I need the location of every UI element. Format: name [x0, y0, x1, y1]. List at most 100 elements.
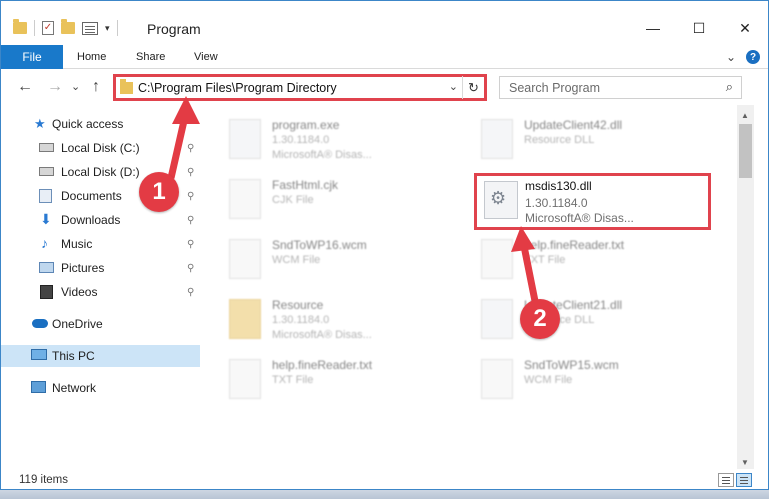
pc-icon — [31, 349, 47, 360]
separator — [116, 20, 118, 36]
sidebar-item-this-pc[interactable]: This PC — [1, 345, 200, 367]
customize-toolbar-icon[interactable] — [82, 21, 98, 35]
recent-locations-icon[interactable]: ⌄ — [71, 80, 80, 93]
scroll-up-icon[interactable]: ▲ — [741, 111, 749, 120]
list-item[interactable]: help.fineReader.txt TXT File — [203, 353, 443, 411]
sidebar-item-quick-access[interactable]: ★ Quick access — [1, 113, 200, 135]
documents-icon — [39, 189, 52, 203]
details-view-icon[interactable] — [718, 473, 734, 487]
tab-file[interactable]: File — [1, 45, 63, 69]
forward-button[interactable]: → — [47, 78, 63, 96]
file-name: Resource — [272, 298, 324, 312]
tiles-view-icon[interactable] — [736, 473, 752, 487]
file-name: help.fineReader.txt — [272, 358, 373, 372]
title-bar: ✓ ▾ Program — ☐ ✕ — [1, 1, 768, 41]
sidebar-item-label: Local Disk (D:) — [61, 165, 140, 179]
file-name: FastHtml.cjk — [272, 178, 338, 192]
sidebar-item-label: OneDrive — [52, 317, 103, 331]
address-path[interactable]: C:\Program Files\Program Directory — [138, 81, 337, 95]
list-item[interactable]: Resource 1.30.1184.0 MicrosoftA® Disas..… — [203, 293, 443, 351]
list-item[interactable]: UpdateClient21.dll Resource DLL — [455, 293, 695, 351]
file-icon — [481, 359, 513, 399]
ribbon-tabs: File Home Share View ⌄ ? — [1, 45, 768, 69]
tab-share[interactable]: Share — [136, 51, 165, 63]
list-item[interactable]: program.exe 1.30.1184.0 MicrosoftA® Disa… — [203, 113, 443, 171]
exe-icon — [229, 119, 261, 159]
close-button[interactable]: ✕ — [722, 15, 768, 41]
new-folder-icon[interactable] — [61, 19, 75, 34]
file-name: UpdateClient42.dll — [524, 118, 623, 132]
search-icon[interactable]: ⌕ — [726, 79, 733, 95]
sidebar-item-label: This PC — [52, 349, 95, 363]
list-item[interactable]: SndToWP16.wcm WCM File — [203, 233, 443, 291]
pin-icon[interactable]: ⚲ — [187, 191, 194, 202]
dll-icon — [481, 299, 513, 339]
pin-icon[interactable]: ⚲ — [187, 239, 194, 250]
file-icon — [229, 239, 261, 279]
file-type: TXT File — [524, 254, 566, 266]
expand-ribbon-icon[interactable]: ⌄ — [726, 50, 736, 64]
pictures-icon — [39, 262, 54, 273]
pin-icon[interactable]: ⚲ — [187, 143, 194, 154]
highlighted-file-msdis130[interactable]: ⚙ msdis130.dll 1.30.1184.0 MicrosoftA® D… — [474, 173, 711, 230]
folder-icon[interactable] — [13, 19, 27, 34]
maximize-button[interactable]: ☐ — [676, 15, 722, 41]
file-version: 1.30.1184.0 — [272, 134, 330, 146]
up-button[interactable]: ↑ — [92, 78, 100, 96]
list-item[interactable]: help.fineReader.txt TXT File — [455, 233, 695, 291]
list-item[interactable]: SndToWP15.wcm WCM File — [455, 353, 695, 411]
toolbar-dropdown-icon[interactable]: ▾ — [105, 23, 110, 34]
minimize-button[interactable]: — — [630, 15, 676, 41]
status-bar: 119 items — [1, 469, 768, 489]
sidebar-item-local-disk-c[interactable]: Local Disk (C:) ⚲ — [1, 137, 200, 159]
address-dropdown-icon[interactable]: ⌄ — [449, 80, 458, 93]
sidebar-item-downloads[interactable]: ⬇ Downloads ⚲ — [1, 209, 200, 231]
sidebar-item-pictures[interactable]: Pictures ⚲ — [1, 257, 200, 279]
explorer-window: ✓ ▾ Program — ☐ ✕ File Home Share View ⌄… — [0, 0, 769, 490]
back-button[interactable]: ← — [17, 78, 33, 96]
network-icon — [31, 381, 46, 393]
pin-icon[interactable]: ⚲ — [187, 215, 194, 226]
item-count: 119 items — [19, 474, 69, 486]
file-list: program.exe 1.30.1184.0 MicrosoftA® Disa… — [203, 111, 736, 463]
list-item[interactable]: FastHtml.cjk CJK File — [203, 173, 443, 231]
scroll-thumb[interactable] — [739, 124, 752, 178]
navigation-bar: ← → ⌄ ↑ C:\Program Files\Program Directo… — [1, 73, 768, 103]
ribbon-right: ⌄ ? — [726, 50, 760, 64]
scroll-down-icon[interactable]: ▼ — [741, 458, 749, 467]
pin-icon[interactable]: ⚲ — [187, 167, 194, 178]
pin-icon[interactable]: ⚲ — [187, 287, 194, 298]
file-icon — [481, 239, 513, 279]
view-toggle — [718, 473, 752, 487]
sidebar-item-network[interactable]: Network — [1, 377, 200, 399]
sidebar-item-music[interactable]: ♪ Music ⚲ — [1, 233, 200, 255]
address-bar[interactable]: C:\Program Files\Program Directory ⌄ ↻ — [113, 74, 487, 101]
navigation-pane: ★ Quick access Local Disk (C:) ⚲ Local D… — [1, 111, 203, 461]
pin-icon[interactable]: ⚲ — [187, 263, 194, 274]
file-name: SndToWP16.wcm — [272, 238, 367, 252]
window-controls: — ☐ ✕ — [630, 15, 768, 41]
sidebar-item-label: Pictures — [61, 261, 105, 275]
sidebar-item-videos[interactable]: Videos ⚲ — [1, 281, 200, 303]
tab-home[interactable]: Home — [77, 51, 106, 63]
file-company: MicrosoftA® Disas... — [525, 211, 634, 225]
properties-check-icon[interactable]: ✓ — [42, 21, 54, 35]
tab-view[interactable]: View — [194, 51, 218, 63]
star-icon: ★ — [34, 116, 46, 131]
file-type: CJK File — [272, 194, 314, 206]
desktop-strip — [0, 490, 769, 499]
search-placeholder: Search Program — [509, 81, 601, 95]
help-icon[interactable]: ? — [746, 50, 760, 64]
vertical-scrollbar[interactable]: ▲ ▼ — [737, 105, 754, 469]
folder-icon — [120, 79, 133, 94]
refresh-button[interactable]: ↻ — [462, 76, 484, 99]
list-item[interactable]: UpdateClient42.dll Resource DLL — [455, 113, 695, 171]
sidebar-item-onedrive[interactable]: OneDrive — [1, 313, 200, 335]
search-input[interactable]: Search Program ⌕ — [499, 76, 742, 99]
window-title: Program — [147, 21, 201, 37]
file-name: help.fineReader.txt — [524, 238, 625, 252]
file-version: 1.30.1184.0 — [272, 314, 330, 326]
file-type: TXT File — [272, 374, 314, 386]
file-name: SndToWP15.wcm — [524, 358, 619, 372]
gear-icon: ⚙ — [490, 188, 507, 208]
